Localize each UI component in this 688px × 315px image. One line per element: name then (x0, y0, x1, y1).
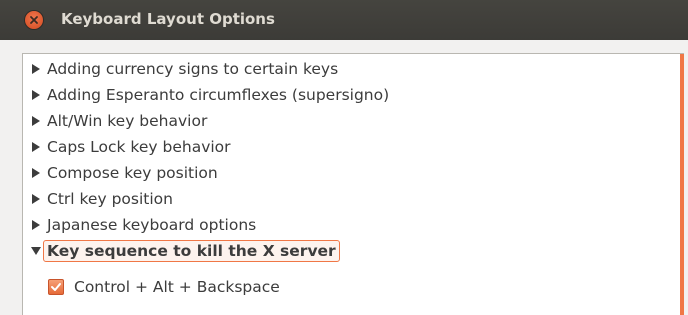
tree-row-label: Adding Esperanto circumflexes (supersign… (47, 86, 390, 104)
tree-row-label: Japanese keyboard options (47, 216, 257, 234)
tree-row-kill-x-server[interactable]: Key sequence to kill the X server (31, 238, 340, 264)
expander-expanded-icon[interactable] (31, 247, 41, 255)
expander-collapsed-icon[interactable] (31, 90, 41, 100)
tree-row-label: Alt/Win key behavior (47, 112, 208, 130)
tree-row-label: Ctrl key position (47, 190, 173, 208)
expander-collapsed-icon[interactable] (31, 194, 41, 204)
expander-collapsed-icon[interactable] (31, 220, 41, 230)
tree-row-label-selected: Key sequence to kill the X server (43, 240, 340, 262)
title-bar: Keyboard Layout Options (0, 0, 688, 40)
option-label: Control + Alt + Backspace (74, 278, 280, 296)
tree-row-caps-lock[interactable]: Caps Lock key behavior (31, 134, 231, 160)
tree-row-ctrl-key[interactable]: Ctrl key position (31, 186, 173, 212)
option-control-alt-backspace[interactable]: Control + Alt + Backspace (48, 275, 280, 299)
tree-row-compose-key[interactable]: Compose key position (31, 160, 218, 186)
dialog-content: Adding currency signs to certain keys Ad… (0, 40, 688, 315)
tree-row-japanese[interactable]: Japanese keyboard options (31, 212, 256, 238)
close-icon (30, 16, 38, 24)
expander-collapsed-icon[interactable] (31, 168, 41, 178)
expander-collapsed-icon[interactable] (31, 116, 41, 126)
window-title: Keyboard Layout Options (61, 10, 275, 28)
scrollbar[interactable] (680, 54, 684, 315)
tree-row-currency-signs[interactable]: Adding currency signs to certain keys (31, 56, 338, 82)
expander-collapsed-icon[interactable] (31, 142, 41, 152)
checkbox-checked[interactable] (48, 279, 64, 295)
checkmark-icon (51, 283, 61, 291)
tree-row-alt-win[interactable]: Alt/Win key behavior (31, 108, 207, 134)
close-button[interactable] (25, 11, 43, 29)
tree-row-esperanto[interactable]: Adding Esperanto circumflexes (supersign… (31, 82, 389, 108)
options-tree[interactable]: Adding currency signs to certain keys Ad… (22, 53, 684, 315)
expander-collapsed-icon[interactable] (31, 64, 41, 74)
tree-row-label: Adding currency signs to certain keys (47, 60, 339, 78)
tree-row-label: Caps Lock key behavior (47, 138, 231, 156)
tree-row-label: Compose key position (47, 164, 218, 182)
